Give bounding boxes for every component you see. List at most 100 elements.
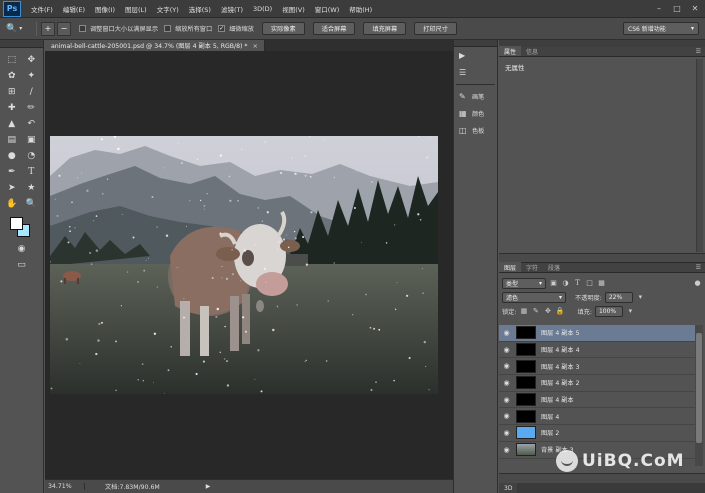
- scrubby-zoom-checkbox[interactable]: ✓ 细微缩放: [218, 24, 254, 33]
- tab-info[interactable]: 信息: [521, 46, 543, 56]
- lock-transparent-icon[interactable]: ▦: [519, 307, 528, 316]
- menu-image[interactable]: 图像(I): [90, 4, 120, 14]
- zoom-level[interactable]: 34.71%: [45, 483, 85, 490]
- clone-stamp-icon[interactable]: ▲: [4, 117, 20, 131]
- tab-properties[interactable]: 属性: [499, 46, 522, 56]
- eye-icon[interactable]: ◉: [499, 329, 514, 337]
- lock-position-icon[interactable]: ✥: [543, 307, 552, 316]
- resize-windows-checkbox[interactable]: 调整窗口大小以满屏显示: [79, 24, 158, 33]
- menu-help[interactable]: 帮助(H): [344, 4, 377, 14]
- eye-icon[interactable]: ◉: [499, 396, 514, 404]
- zoom-all-windows-checkbox[interactable]: 缩放所有窗口: [164, 24, 212, 33]
- eye-icon[interactable]: ◉: [499, 379, 514, 387]
- close-icon[interactable]: ✕: [689, 2, 701, 14]
- eyedropper-icon[interactable]: ∕: [23, 85, 39, 99]
- tab-3d[interactable]: 3D: [499, 483, 518, 493]
- workspace-select[interactable]: CS6 新增功能 ▾: [623, 22, 699, 35]
- color-panel-button[interactable]: ▦ 颜色: [454, 105, 497, 122]
- pixel-filter-icon[interactable]: ▣: [549, 279, 558, 288]
- zoom-out-button[interactable]: −: [57, 21, 71, 36]
- menu-3d[interactable]: 3D(D): [248, 5, 277, 13]
- swatches-panel-button[interactable]: ◫ 色板: [454, 122, 497, 139]
- menu-window[interactable]: 窗口(W): [310, 4, 345, 14]
- magic-wand-icon[interactable]: ✦: [23, 69, 39, 83]
- lock-pixels-icon[interactable]: ✎: [531, 307, 540, 316]
- scrollbar[interactable]: [695, 325, 703, 466]
- scrollbar[interactable]: [696, 59, 703, 252]
- menu-select[interactable]: 选择(S): [184, 4, 216, 14]
- layer-row[interactable]: ◉ 图层 4 副本 4: [499, 342, 695, 359]
- layer-row[interactable]: ◉ 图层 4 副本 5: [499, 325, 695, 342]
- maximize-icon[interactable]: □: [671, 2, 683, 14]
- tab-layers[interactable]: 图层: [499, 262, 522, 272]
- tool-preset-picker[interactable]: 🔍 ▾: [6, 24, 32, 34]
- scrollbar-thumb[interactable]: [696, 333, 702, 443]
- fill-screen-button[interactable]: 填充屏幕: [363, 22, 407, 35]
- tab-character[interactable]: 字符: [521, 262, 543, 272]
- menu-type[interactable]: 文字(Y): [152, 4, 184, 14]
- brush-tool-icon[interactable]: ✏: [23, 101, 39, 115]
- chevron-down-icon[interactable]: ▾: [636, 293, 645, 302]
- adjustments-panel-button[interactable]: ☰: [454, 64, 497, 81]
- blend-mode-select[interactable]: 滤色 ▾: [502, 291, 566, 303]
- eye-icon[interactable]: ◉: [499, 429, 514, 437]
- gradient-tool-icon[interactable]: ▣: [23, 133, 39, 147]
- layer-row[interactable]: ◉ 图层 4: [499, 408, 695, 426]
- healing-brush-icon[interactable]: ✚: [4, 101, 20, 115]
- layer-row[interactable]: ◉ 图层 2: [499, 425, 695, 442]
- foreground-color-swatch[interactable]: [10, 217, 23, 230]
- chevron-down-icon[interactable]: ▾: [626, 307, 635, 316]
- print-size-button[interactable]: 打印尺寸: [414, 22, 457, 35]
- layer-row[interactable]: ◉ 图层 4 副本 2: [499, 375, 695, 392]
- tab-paragraph[interactable]: 段落: [543, 262, 565, 272]
- fill-input[interactable]: 100%: [594, 305, 623, 317]
- lock-all-icon[interactable]: 🔒: [555, 307, 565, 316]
- filter-toggle-icon[interactable]: ●: [693, 279, 702, 288]
- panel-menu-icon[interactable]: ☰: [696, 264, 701, 271]
- smart-object-filter-icon[interactable]: ▦: [597, 279, 606, 288]
- menu-file[interactable]: 文件(F): [26, 4, 58, 14]
- eye-icon[interactable]: ◉: [499, 346, 514, 354]
- eye-icon[interactable]: ◉: [499, 446, 514, 454]
- history-brush-icon[interactable]: ↶: [23, 117, 39, 131]
- opacity-input[interactable]: 22%: [604, 291, 633, 303]
- shape-tool-icon[interactable]: ★: [23, 181, 39, 195]
- panel-menu-icon[interactable]: ☰: [696, 48, 701, 55]
- actual-pixels-button[interactable]: 实际像素: [261, 22, 305, 35]
- status-menu-arrow-icon[interactable]: ▶: [206, 483, 211, 490]
- pen-tool-icon[interactable]: ✒: [4, 165, 20, 179]
- zoom-in-button[interactable]: +: [41, 21, 55, 36]
- minimize-icon[interactable]: –: [653, 2, 665, 14]
- marquee-tool-icon[interactable]: ⬚: [4, 53, 20, 67]
- eye-icon[interactable]: ◉: [499, 412, 514, 420]
- adjustment-filter-icon[interactable]: ◑: [561, 279, 570, 288]
- menu-filter[interactable]: 滤镜(T): [216, 4, 248, 14]
- screen-mode-icon[interactable]: ▭: [14, 258, 30, 272]
- zoom-tool-icon[interactable]: 🔍: [23, 197, 39, 211]
- move-tool-icon[interactable]: ✥: [23, 53, 39, 67]
- menu-layer[interactable]: 图层(L): [120, 4, 152, 14]
- layer-row[interactable]: ◉ 图层 4 副本: [499, 392, 695, 409]
- canvas-image[interactable]: [50, 136, 438, 394]
- canvas-area[interactable]: [45, 51, 453, 479]
- document-tab[interactable]: animal-bell-cattle-205001.psd @ 34.7% (图…: [45, 40, 265, 51]
- actions-panel-button[interactable]: ▶: [454, 47, 497, 64]
- layer-row[interactable]: ◉ 图层 4 副本 3: [499, 358, 695, 376]
- lasso-tool-icon[interactable]: ✿: [4, 69, 20, 83]
- path-selection-icon[interactable]: ➤: [4, 181, 20, 195]
- hand-tool-icon[interactable]: ✋: [4, 197, 20, 211]
- dodge-tool-icon[interactable]: ◔: [23, 149, 39, 163]
- eraser-tool-icon[interactable]: ▤: [4, 133, 20, 147]
- crop-tool-icon[interactable]: ⊞: [4, 85, 20, 99]
- quick-mask-icon[interactable]: ◉: [14, 242, 30, 256]
- eye-icon[interactable]: ◉: [499, 362, 514, 370]
- fit-screen-button[interactable]: 适合屏幕: [312, 22, 356, 35]
- close-icon[interactable]: ×: [253, 42, 258, 50]
- menu-edit[interactable]: 编辑(E): [58, 4, 90, 14]
- type-tool-icon[interactable]: T: [23, 165, 39, 179]
- menu-view[interactable]: 视图(V): [277, 4, 310, 14]
- filter-kind-select[interactable]: 类型 ▾: [502, 277, 546, 289]
- brush-presets-panel-button[interactable]: ✎ 画笔: [454, 88, 497, 105]
- blur-tool-icon[interactable]: ●: [4, 149, 20, 163]
- shape-filter-icon[interactable]: □: [585, 279, 594, 288]
